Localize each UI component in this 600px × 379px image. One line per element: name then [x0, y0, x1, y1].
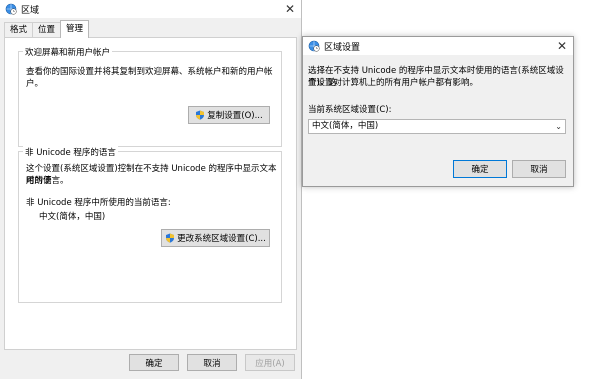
current-language-value: 中文(简体，中国) — [39, 212, 106, 222]
close-button[interactable]: ✕ — [279, 0, 301, 18]
globe-clock-icon — [308, 40, 320, 52]
window-title: 区域 — [21, 5, 40, 16]
unicode-group-legend: 非 Unicode 程序的语言 — [23, 146, 118, 158]
uac-shield-icon — [196, 110, 205, 120]
welcome-group-legend: 欢迎屏幕和新用户帐户 — [23, 46, 113, 58]
apply-button[interactable]: 应用(A) — [245, 354, 295, 371]
current-language-label: 非 Unicode 程序中所使用的当前语言: — [26, 198, 171, 208]
close-icon: ✕ — [556, 39, 568, 53]
system-locale-label: 当前系统区域设置(C): — [308, 105, 392, 115]
region-close-button[interactable]: ✕ — [551, 37, 573, 55]
cancel-button[interactable]: 取消 — [187, 354, 237, 371]
change-system-locale-label: 更改系统区域设置(C)... — [177, 234, 266, 244]
region-window-title: 区域设置 — [324, 42, 361, 53]
non-unicode-group: 非 Unicode 程序的语言 这个设置(系统区域设置)控制在不支持 Unico… — [18, 146, 282, 303]
region-dialog: 区域 ✕ 格式 位置 管理 欢迎屏幕和新用户帐户 查看你的国际设置并将其复制到欢… — [0, 0, 302, 379]
welcome-screen-group: 欢迎屏幕和新用户帐户 查看你的国际设置并将其复制到欢迎屏幕、系统帐户和新的用户帐… — [18, 46, 282, 147]
uac-shield-icon — [166, 233, 175, 243]
title-bar: 区域 ✕ — [0, 0, 301, 18]
close-icon: ✕ — [284, 2, 296, 16]
tab-formats[interactable]: 格式 — [4, 22, 34, 38]
ok-button[interactable]: 确定 — [129, 354, 179, 371]
change-system-locale-button[interactable]: 更改系统区域设置(C)... — [161, 229, 270, 247]
region-title-bar: 区域设置 ✕ — [303, 37, 573, 55]
system-locale-value: 中文(简体，中国) — [312, 121, 379, 131]
tab-administrative[interactable]: 管理 — [60, 20, 90, 38]
chevron-down-icon: ⌄ — [555, 122, 562, 131]
system-locale-select[interactable]: 中文(简体，中国) ⌄ — [308, 119, 566, 134]
tab-location[interactable]: 位置 — [32, 22, 62, 38]
administrative-panel: 欢迎屏幕和新用户帐户 查看你的国际设置并将其复制到欢迎屏幕、系统帐户和新的用户帐… — [4, 37, 297, 350]
copy-settings-button[interactable]: 复制设置(O)... — [188, 106, 270, 124]
tab-strip: 格式 位置 管理 — [4, 20, 90, 38]
copy-settings-label: 复制设置(O)... — [207, 111, 263, 121]
welcome-description: 查看你的国际设置并将其复制到欢迎屏幕、系统帐户和新的用户帐户。 — [26, 67, 273, 89]
region-settings-dialog: 区域设置 ✕ 选择在不支持 Unicode 的程序中显示文本时使用的语言(系统区… — [302, 36, 574, 187]
unicode-description-line2: 用的语言。 — [26, 176, 69, 186]
region-description-line2: 个设置对计算机上的所有用户帐户都有影响。 — [308, 78, 479, 88]
region-ok-button[interactable]: 确定 — [453, 160, 507, 178]
globe-clock-icon — [5, 3, 17, 15]
region-cancel-button[interactable]: 取消 — [512, 160, 566, 178]
